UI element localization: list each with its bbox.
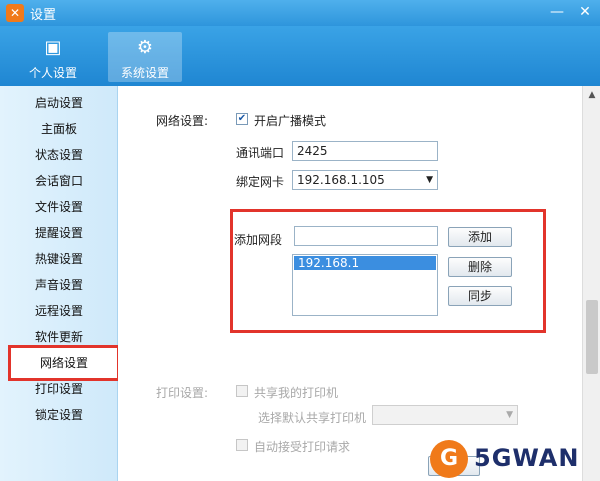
sidebar-item-reminder[interactable]: 提醒设置 (0, 220, 118, 246)
tab-label: 系统设置 (120, 66, 169, 80)
nic-label: 绑定网卡 (236, 175, 285, 189)
nic-select-value: 192.168.1.105 (297, 173, 385, 187)
sidebar-item-chat-window[interactable]: 会话窗口 (0, 168, 118, 194)
sidebar-item-remote[interactable]: 远程设置 (0, 298, 118, 324)
share-printer-checkbox[interactable] (236, 385, 248, 397)
minimize-icon[interactable]: — (546, 2, 568, 22)
add-segment-label: 添加网段 (234, 233, 283, 247)
sidebar-item-main-panel[interactable]: 主面板 (0, 116, 118, 142)
sidebar-item-print[interactable]: 打印设置 (0, 376, 118, 402)
settings-header: ▣ 个人设置 ⚙ 系统设置 (0, 26, 600, 86)
list-item[interactable]: 192.168.1 (294, 256, 436, 270)
broadcast-checkbox[interactable]: ✔ (236, 113, 248, 125)
default-printer-select[interactable]: ▼ (372, 405, 518, 425)
scroll-up-icon[interactable]: ▲ (583, 90, 600, 104)
sidebar-item-hotkey[interactable]: 热键设置 (0, 246, 118, 272)
watermark-text: 5GWAN (474, 444, 580, 472)
chevron-down-icon: ▼ (426, 175, 433, 185)
auto-accept-checkbox[interactable] (236, 439, 248, 451)
title-bar: ✕ 设置 — ✕ (0, 0, 600, 26)
watermark-logo: G 5GWAN (430, 438, 600, 481)
gear-icon: ⚙ (136, 37, 154, 58)
sidebar-item-status[interactable]: 状态设置 (0, 142, 118, 168)
watermark-icon: G (430, 440, 468, 478)
share-printer-label: 共享我的打印机 (254, 386, 339, 400)
sidebar-item-file[interactable]: 文件设置 (0, 194, 118, 220)
app-logo-icon: ✕ (6, 4, 24, 22)
nic-select[interactable]: 192.168.1.105 ▼ (292, 170, 438, 190)
sync-segment-button[interactable]: 同步 (448, 286, 512, 306)
close-icon[interactable]: ✕ (574, 2, 596, 22)
sidebar-item-sound[interactable]: 声音设置 (0, 272, 118, 298)
scrollbar-thumb[interactable] (586, 300, 598, 374)
id-card-icon: ▣ (44, 37, 62, 58)
port-input[interactable]: 2425 (292, 141, 438, 161)
segment-list[interactable]: 192.168.1 (292, 254, 438, 316)
default-printer-label: 选择默认共享打印机 (258, 411, 367, 425)
network-section-label: 网络设置: (156, 114, 209, 128)
tab-label: 个人设置 (28, 66, 77, 80)
sidebar: 启动设置 主面板 状态设置 会话窗口 文件设置 提醒设置 热键设置 声音设置 远… (0, 86, 120, 481)
window-title: 设置 (30, 8, 57, 23)
tab-system-settings[interactable]: ⚙ 系统设置 (108, 32, 182, 82)
port-label: 通讯端口 (236, 146, 285, 160)
sidebar-item-lock[interactable]: 锁定设置 (0, 402, 118, 428)
settings-content: 网络设置: ✔ 开启广播模式 通讯端口 2425 绑定网卡 192.168.1.… (118, 86, 582, 481)
delete-segment-button[interactable]: 删除 (448, 257, 512, 277)
add-segment-button[interactable]: 添加 (448, 227, 512, 247)
tab-personal-settings[interactable]: ▣ 个人设置 (16, 32, 90, 82)
content-scrollbar[interactable]: ▲ (582, 86, 600, 481)
chevron-down-icon: ▼ (506, 410, 513, 420)
broadcast-label: 开启广播模式 (254, 114, 327, 128)
print-section-label: 打印设置: (156, 386, 209, 400)
add-segment-input[interactable] (294, 226, 438, 246)
sidebar-item-startup[interactable]: 启动设置 (0, 90, 118, 116)
auto-accept-label: 自动接受打印请求 (254, 440, 351, 454)
